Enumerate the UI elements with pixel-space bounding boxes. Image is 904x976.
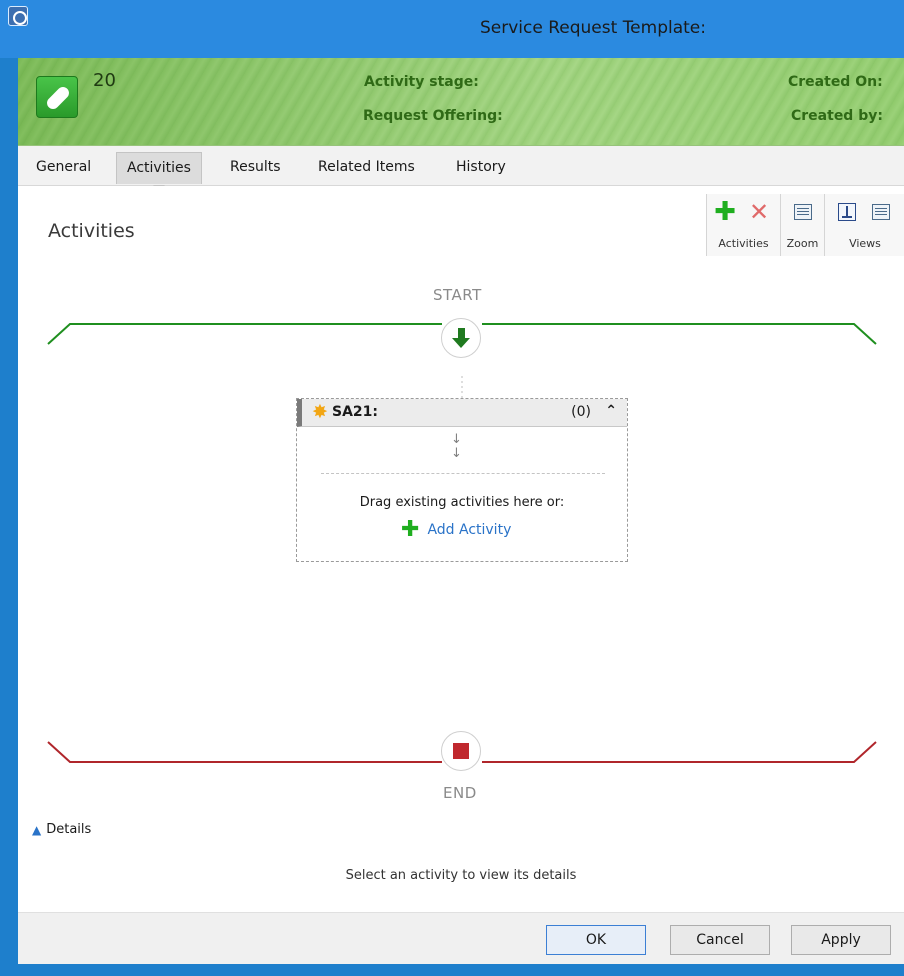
dialog-footer: OK Cancel Apply [18, 912, 904, 964]
apply-button[interactable]: Apply [791, 925, 891, 955]
service-request-window: Service Request Template: 20 Activity st… [0, 0, 904, 976]
tab-activities[interactable]: Activities [116, 152, 202, 193]
details-hint: Select an activity to view its details [345, 868, 577, 883]
form-header: 20 Activity stage: Request Offering: Cre… [18, 58, 904, 146]
tab-history[interactable]: History [446, 152, 516, 184]
end-line-left [47, 741, 442, 763]
activity-count: (0) [571, 404, 591, 420]
start-node [441, 318, 481, 358]
chevron-up-icon: ▲ [32, 822, 42, 837]
request-offering-label: Request Offering: [363, 108, 503, 124]
activity-flow: START SA21: (0) ⌃ Drag existing activiti… [18, 186, 904, 912]
drag-hint: Drag existing activities here or: [359, 495, 565, 510]
start-label: START [433, 286, 482, 304]
details-label: Details [46, 822, 92, 837]
tab-general[interactable]: General [26, 152, 101, 184]
activities-pane: Activities ✚ ✕ Activities Zoom Views STA… [18, 186, 904, 912]
window-bottom-border [0, 964, 904, 976]
activity-stage-label: Activity stage: [364, 74, 479, 90]
add-activity-link[interactable]: ✚ Add Activity [401, 519, 511, 541]
end-line-right [482, 741, 877, 763]
app-icon[interactable] [8, 6, 28, 26]
end-node [441, 731, 481, 771]
sequential-activity-icon [312, 401, 330, 423]
activity-card[interactable]: SA21: (0) ⌃ Drag existing activities her… [296, 398, 628, 562]
card-separator [321, 473, 605, 474]
start-line-right [482, 323, 877, 345]
tab-results[interactable]: Results [220, 152, 291, 184]
add-activity-label: Add Activity [427, 522, 512, 538]
created-by-label: Created by: [791, 108, 883, 124]
window-title: Service Request Template: [480, 18, 706, 38]
activity-title: SA21: [332, 404, 378, 420]
tab-related-items[interactable]: Related Items [308, 152, 425, 184]
start-line-left [47, 323, 442, 345]
plus-icon: ✚ [401, 517, 420, 542]
activity-card-header[interactable]: SA21: (0) ⌃ [297, 399, 627, 427]
request-id: 20 [93, 70, 116, 91]
collapse-chevron-icon[interactable]: ⌃ [605, 403, 617, 419]
tab-strip: General Activities Results Related Items… [18, 146, 904, 193]
created-on-label: Created On: [788, 74, 883, 90]
end-label: END [443, 784, 477, 802]
service-request-icon [36, 76, 78, 118]
ok-button[interactable]: OK [546, 925, 646, 955]
cancel-button[interactable]: Cancel [670, 925, 770, 955]
title-bar: Service Request Template: [0, 0, 904, 58]
stop-icon [453, 743, 469, 759]
details-toggle[interactable]: ▲ Details [32, 822, 91, 837]
flow-arrow-icon [451, 433, 463, 469]
